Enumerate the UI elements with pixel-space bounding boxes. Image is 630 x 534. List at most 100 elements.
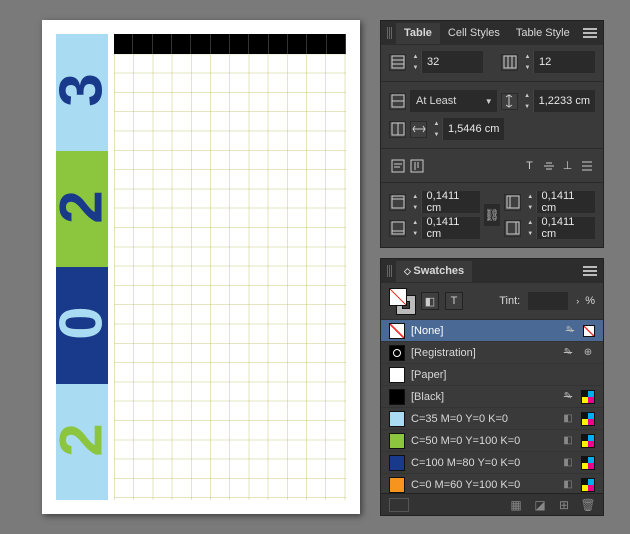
row-height-icon <box>389 93 406 110</box>
inset-left-value[interactable]: 0,1411 cm <box>537 190 595 214</box>
year-cell: 0 <box>56 267 108 384</box>
cmyk-icon <box>581 434 595 448</box>
registration-icon: ⊕ <box>581 346 595 360</box>
inset-right-value[interactable]: 0,1411 cm <box>537 216 595 240</box>
table-header-cell[interactable] <box>249 34 268 54</box>
year-digit: 2 <box>56 194 108 223</box>
table-panel: Table Cell Styles Table Style ▲▼ 32 ▲▼ 1… <box>380 20 604 248</box>
swatch-chip <box>389 455 405 471</box>
new-group-icon[interactable]: ▦ <box>509 498 523 512</box>
cmyk-icon <box>581 390 595 404</box>
table-header-cell[interactable] <box>288 34 307 54</box>
tab-table[interactable]: Table <box>396 23 440 44</box>
swatches-tool-row: ◧ T Tint: › % <box>381 283 603 320</box>
rows-stepper[interactable]: ▲▼ 32 <box>410 51 483 73</box>
cols-value[interactable]: 12 <box>534 56 582 68</box>
link-insets-icon[interactable]: ⛓ <box>484 204 500 226</box>
table-header-cell[interactable] <box>211 34 230 54</box>
valign-top-icon[interactable]: T <box>521 157 538 174</box>
table-header-cell[interactable] <box>153 34 172 54</box>
swatch-item[interactable]: [Paper] <box>381 364 603 386</box>
new-swatch-dropdown-icon[interactable]: ◪ <box>533 498 547 512</box>
inset-bottom-value[interactable]: 0,1411 cm <box>422 216 480 240</box>
swatch-name: C=50 M=0 Y=100 K=0 <box>411 435 555 447</box>
inset-left-stepper[interactable]: ▲▼0,1411 cm <box>525 191 595 213</box>
year-digit: 2 <box>56 427 108 456</box>
writing-horiz-icon[interactable] <box>389 157 406 174</box>
year-cell: 2 <box>56 384 108 501</box>
tab-table-style[interactable]: Table Style <box>508 23 578 44</box>
valign-bottom-icon[interactable]: ⊥ <box>559 157 576 174</box>
col-width-value-icon <box>410 121 427 138</box>
inset-top-stepper[interactable]: ▲▼0,1411 cm <box>410 191 480 213</box>
row-height-stepper[interactable]: ▲▼ 1,2233 cm <box>522 90 595 112</box>
panel-tab-bar: ◇ Swatches <box>381 259 603 283</box>
swatch-name: C=100 M=80 Y=0 K=0 <box>411 457 555 469</box>
swatch-name: C=35 M=0 Y=0 K=0 <box>411 413 555 425</box>
table-header-cell[interactable] <box>307 34 326 54</box>
table-area[interactable] <box>114 34 346 500</box>
writing-vert-icon[interactable] <box>408 157 425 174</box>
table-header-row <box>114 34 346 54</box>
table-header-cell[interactable] <box>172 34 191 54</box>
table-header-cell[interactable] <box>230 34 249 54</box>
panel-menu-icon[interactable] <box>583 266 597 276</box>
col-width-value[interactable]: 1,5446 cm <box>443 123 504 135</box>
container-formatting-icon[interactable]: ◧ <box>421 292 439 310</box>
panel-grip[interactable] <box>387 265 392 277</box>
table-header-cell[interactable] <box>133 34 152 54</box>
tint-field[interactable] <box>528 292 568 310</box>
row-height-value[interactable]: 1,2233 cm <box>534 95 595 107</box>
valign-center-icon[interactable] <box>540 157 557 174</box>
tab-cell-styles[interactable]: Cell Styles <box>440 23 508 44</box>
swatch-item[interactable]: [None]✎ <box>381 320 603 342</box>
year-cell: 2 <box>56 151 108 268</box>
rows-icon <box>389 54 406 71</box>
row-height-mode-dropdown[interactable]: At Least ▼ <box>410 90 497 112</box>
col-width-stepper[interactable]: ▲▼ 1,5446 cm <box>431 118 504 140</box>
process-icon: ◧ <box>561 478 575 492</box>
swatches-list: [None]✎[Registration]✎⊕ [Paper] [Black] ✎ C=… <box>381 320 603 496</box>
panel-menu-icon[interactable] <box>583 28 597 38</box>
inset-top-value[interactable]: 0,1411 cm <box>422 190 480 214</box>
table-header-cell[interactable] <box>327 34 346 54</box>
valign-justify-icon[interactable] <box>578 157 595 174</box>
inset-bottom-stepper[interactable]: ▲▼0,1411 cm <box>410 217 480 239</box>
swatch-item[interactable]: [Registration]✎⊕ <box>381 342 603 364</box>
document-page: 2023 <box>42 20 360 514</box>
process-icon: ◧ <box>561 434 575 448</box>
swatch-name: [Black] <box>411 391 555 403</box>
delete-swatch-icon[interactable]: 🗑 <box>581 498 595 512</box>
tint-unit: % <box>585 295 595 307</box>
swatch-name: [Registration] <box>411 347 555 359</box>
noedit-icon: ✎ <box>561 390 575 404</box>
fill-stroke-icon[interactable] <box>389 288 415 314</box>
tint-chevron-icon[interactable]: › <box>576 296 579 306</box>
text-formatting-icon[interactable]: T <box>445 292 463 310</box>
swatch-item[interactable]: C=100 M=80 Y=0 K=0◧ <box>381 452 603 474</box>
table-header-cell[interactable] <box>114 34 133 54</box>
chevron-down-icon: ▼ <box>485 97 493 106</box>
swatches-footer: ▦ ◪ ⊞ 🗑 <box>381 493 603 515</box>
swatch-name: [Paper] <box>411 369 595 381</box>
panel-grip[interactable] <box>387 27 392 39</box>
swatch-chip <box>389 367 405 383</box>
inset-right-stepper[interactable]: ▲▼0,1411 cm <box>525 217 595 239</box>
swatches-panel: ◇ Swatches ◧ T Tint: › % [None]✎[Registr… <box>380 258 604 516</box>
new-swatch-icon[interactable]: ⊞ <box>557 498 571 512</box>
process-icon: ◧ <box>561 412 575 426</box>
tab-swatches[interactable]: ◇ Swatches <box>396 261 472 282</box>
swatch-chip <box>389 345 405 361</box>
table-header-cell[interactable] <box>191 34 210 54</box>
cols-stepper[interactable]: ▲▼ 12 <box>522 51 595 73</box>
inset-top-icon <box>389 194 406 211</box>
table-header-cell[interactable] <box>269 34 288 54</box>
year-digit: 0 <box>56 311 108 340</box>
swatch-item[interactable]: C=35 M=0 Y=0 K=0 ◧ <box>381 408 603 430</box>
swatch-item[interactable]: C=50 M=0 Y=100 K=0 ◧ <box>381 430 603 452</box>
cols-icon <box>501 54 518 71</box>
rows-value[interactable]: 32 <box>422 56 470 68</box>
footer-status <box>389 498 409 512</box>
year-digit: 3 <box>56 78 108 107</box>
swatch-item[interactable]: [Black] ✎ <box>381 386 603 408</box>
